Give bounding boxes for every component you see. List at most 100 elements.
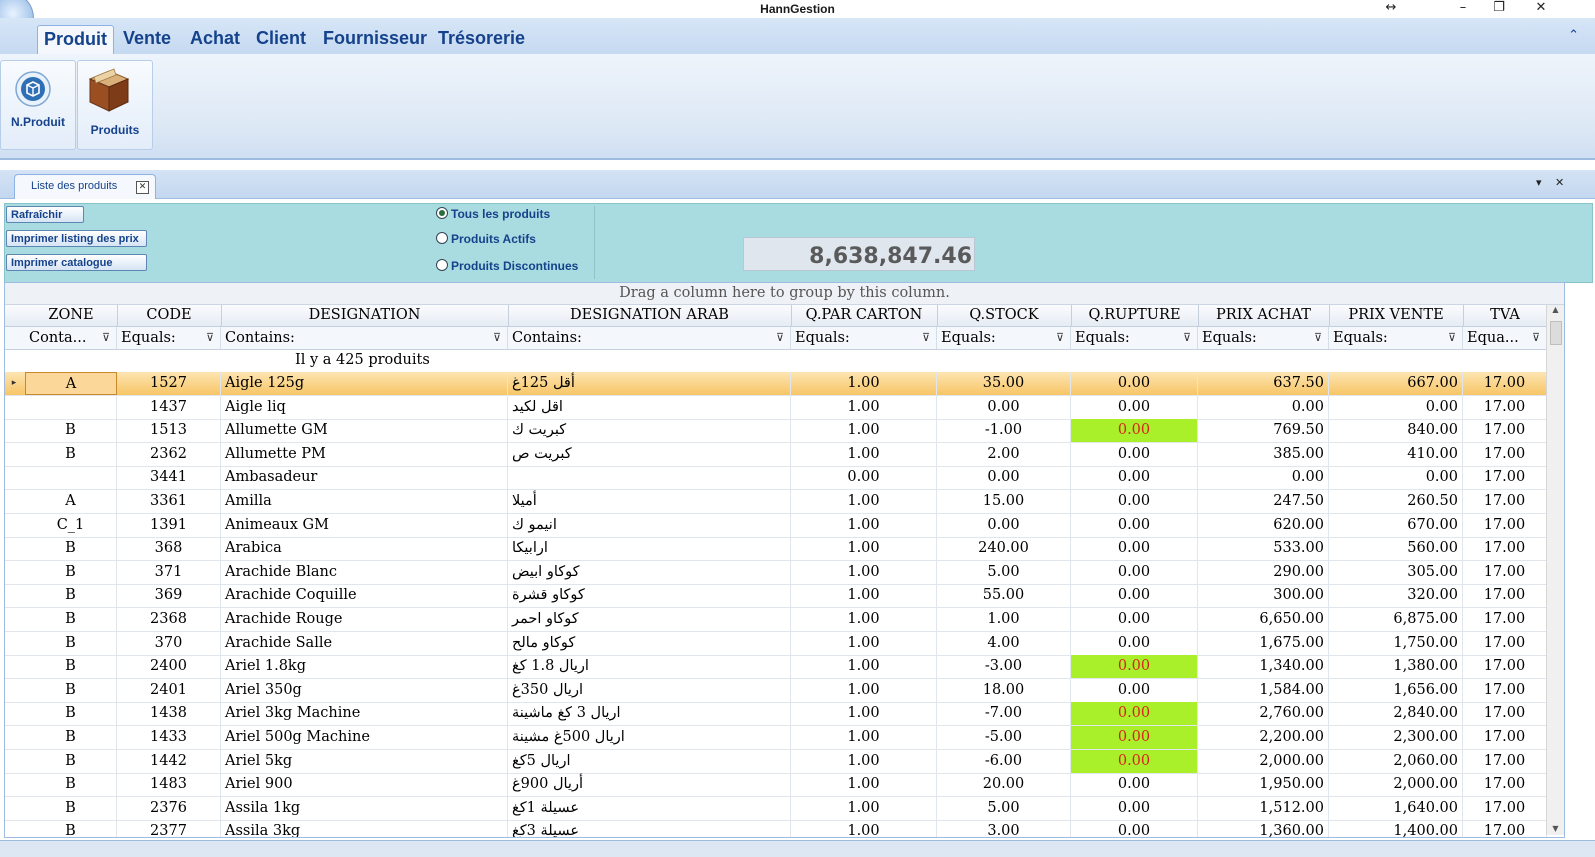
- cell-designation-arab[interactable]: عسيلة 1كغ: [508, 796, 791, 820]
- cell-zone[interactable]: B: [25, 726, 117, 749]
- table-row[interactable]: B 369 Arachide Coquille كوكاو قشرة 1.00 55.00…: [5, 584, 1547, 609]
- cell-designation[interactable]: Aigle liq: [221, 395, 508, 419]
- cell-tva[interactable]: 17.00: [1463, 560, 1547, 584]
- cell-designation[interactable]: Ariel 900: [221, 773, 508, 797]
- cell-sale-price[interactable]: 0.00: [1329, 466, 1463, 490]
- cell-designation-arab[interactable]: أقل 125غ: [508, 372, 791, 395]
- column-header-qty-rupture[interactable]: Q.RUPTURE: [1071, 305, 1199, 326]
- column-header-qty-per-carton[interactable]: Q.PAR CARTON: [791, 305, 938, 326]
- cell-qty-per-carton[interactable]: 1.00: [791, 372, 937, 395]
- filter-funnel-icon[interactable]: ⊽: [206, 327, 214, 349]
- cell-designation-arab[interactable]: انيمو ك: [508, 513, 791, 537]
- tab-liste-des-produits[interactable]: Liste des produits ✕: [14, 174, 156, 199]
- cell-qty-per-carton[interactable]: 1.00: [791, 796, 937, 820]
- cell-designation[interactable]: Ariel 5kg: [221, 749, 508, 773]
- cell-designation-arab[interactable]: اريال 500غ مشينة: [508, 726, 791, 749]
- cell-purchase-price[interactable]: 2,000.00: [1198, 749, 1329, 773]
- cell-sale-price[interactable]: 1,750.00: [1329, 631, 1463, 655]
- cell-purchase-price[interactable]: 0.00: [1198, 466, 1329, 490]
- cell-sale-price[interactable]: 840.00: [1329, 419, 1463, 443]
- cell-qty-per-carton[interactable]: 1.00: [791, 584, 937, 608]
- cell-designation[interactable]: Ariel 1.8kg: [221, 655, 508, 679]
- cell-qty-rupture[interactable]: 0.00: [1071, 773, 1198, 797]
- table-row[interactable]: 1437 Aigle liq اقل لكيد 1.00 0.00 0.00 0.00 0.0…: [5, 395, 1547, 420]
- cell-qty-rupture[interactable]: 0.00: [1071, 560, 1198, 584]
- cell-qty-stock[interactable]: 35.00: [937, 372, 1071, 395]
- cell-designation-arab[interactable]: كوكاو قشرة: [508, 584, 791, 608]
- cell-zone[interactable]: B: [25, 796, 117, 820]
- cell-tva[interactable]: 17.00: [1463, 372, 1547, 395]
- cell-zone[interactable]: A: [25, 372, 117, 395]
- cell-purchase-price[interactable]: 0.00: [1198, 395, 1329, 419]
- cell-qty-stock[interactable]: 5.00: [937, 560, 1071, 584]
- cell-code[interactable]: 1437: [117, 395, 221, 419]
- cell-tva[interactable]: 17.00: [1463, 466, 1547, 490]
- cell-sale-price[interactable]: 305.00: [1329, 560, 1463, 584]
- cell-code[interactable]: 1527: [117, 372, 221, 395]
- products-button[interactable]: Produits: [77, 60, 153, 150]
- cell-qty-stock[interactable]: 15.00: [937, 490, 1071, 513]
- cell-designation[interactable]: Allumette PM: [221, 442, 508, 466]
- table-row[interactable]: C_1 1391 Animeaux GM انيمو ك 1.00 0.00 0.00 620…: [5, 513, 1547, 538]
- cell-qty-per-carton[interactable]: 1.00: [791, 395, 937, 419]
- radio-active-products[interactable]: Produits Actifs: [436, 232, 536, 246]
- cell-sale-price[interactable]: 1,380.00: [1329, 655, 1463, 679]
- filter-funnel-icon[interactable]: ⊽: [776, 327, 784, 349]
- cell-qty-stock[interactable]: 0.00: [937, 395, 1071, 419]
- cell-tva[interactable]: 17.00: [1463, 490, 1547, 513]
- cell-tva[interactable]: 17.00: [1463, 820, 1547, 837]
- filter-cell-code[interactable]: Equals: ⊽: [117, 327, 221, 349]
- cell-tva[interactable]: 17.00: [1463, 395, 1547, 419]
- cell-purchase-price[interactable]: 1,360.00: [1198, 820, 1329, 837]
- cell-purchase-price[interactable]: 1,675.00: [1198, 631, 1329, 655]
- tab-achat[interactable]: Achat: [184, 25, 246, 53]
- cell-qty-stock[interactable]: -1.00: [937, 419, 1071, 443]
- scroll-down-icon[interactable]: ▼: [1547, 824, 1564, 833]
- cell-qty-per-carton[interactable]: 1.00: [791, 726, 937, 749]
- cell-zone[interactable]: A: [25, 490, 117, 513]
- column-header-sale-price[interactable]: PRIX VENTE: [1329, 305, 1464, 326]
- cell-qty-rupture[interactable]: 0.00: [1071, 372, 1198, 395]
- table-row[interactable]: ▸ A 1527 Aigle 125g أقل 125غ 1.00 35.00 0.00 637…: [5, 372, 1547, 396]
- cell-purchase-price[interactable]: 247.50: [1198, 490, 1329, 513]
- filter-funnel-icon[interactable]: ⊽: [1183, 327, 1191, 349]
- cell-designation-arab[interactable]: اقل لكيد: [508, 395, 791, 419]
- cell-qty-stock[interactable]: 5.00: [937, 796, 1071, 820]
- column-header-qty-stock[interactable]: Q.STOCK: [937, 305, 1072, 326]
- filter-cell-sale-price[interactable]: Equals: ⊽: [1329, 327, 1463, 349]
- cell-qty-per-carton[interactable]: 1.00: [791, 749, 937, 773]
- tab-client[interactable]: Client: [250, 25, 312, 53]
- cell-qty-stock[interactable]: 55.00: [937, 584, 1071, 608]
- cell-tva[interactable]: 17.00: [1463, 513, 1547, 537]
- cell-qty-rupture[interactable]: 0.00: [1071, 466, 1198, 490]
- table-row[interactable]: B 370 Arachide Salle كوكاو مالح 1.00 4.00 0.00…: [5, 631, 1547, 656]
- cell-designation[interactable]: Allumette GM: [221, 419, 508, 443]
- cell-designation-arab[interactable]: كبريت ص: [508, 442, 791, 466]
- cell-sale-price[interactable]: 2,000.00: [1329, 773, 1463, 797]
- tab-list-dropdown-icon[interactable]: ▾: [1536, 176, 1542, 189]
- cell-designation-arab[interactable]: ارابيكا: [508, 537, 791, 561]
- cell-designation-arab[interactable]: أميلا: [508, 490, 791, 513]
- cell-designation-arab[interactable]: أريال 900غ: [508, 773, 791, 797]
- cell-sale-price[interactable]: 560.00: [1329, 537, 1463, 561]
- filter-funnel-icon[interactable]: ⊽: [922, 327, 930, 349]
- cell-designation[interactable]: Ariel 350g: [221, 678, 508, 702]
- cell-tva[interactable]: 17.00: [1463, 749, 1547, 773]
- minimize-button[interactable]: –: [1450, 0, 1476, 17]
- cell-sale-price[interactable]: 2,300.00: [1329, 726, 1463, 749]
- cell-purchase-price[interactable]: 385.00: [1198, 442, 1329, 466]
- cell-zone[interactable]: [25, 466, 117, 490]
- cell-qty-stock[interactable]: -7.00: [937, 702, 1071, 726]
- cell-tva[interactable]: 17.00: [1463, 678, 1547, 702]
- cell-code[interactable]: 3361: [117, 490, 221, 513]
- resize-icon[interactable]: ↔: [1378, 0, 1404, 17]
- tab-vente[interactable]: Vente: [117, 25, 177, 53]
- cell-code[interactable]: 2377: [117, 820, 221, 837]
- cell-qty-per-carton[interactable]: 1.00: [791, 820, 937, 837]
- cell-purchase-price[interactable]: 533.00: [1198, 537, 1329, 561]
- table-row[interactable]: 3441 Ambasadeur 0.00 0.00 0.00 0.00 0.00 17.00: [5, 466, 1547, 491]
- close-button[interactable]: ✕: [1528, 0, 1554, 17]
- cell-zone[interactable]: B: [25, 584, 117, 608]
- cell-code[interactable]: 1433: [117, 726, 221, 749]
- cell-qty-rupture[interactable]: 0.00: [1071, 631, 1198, 655]
